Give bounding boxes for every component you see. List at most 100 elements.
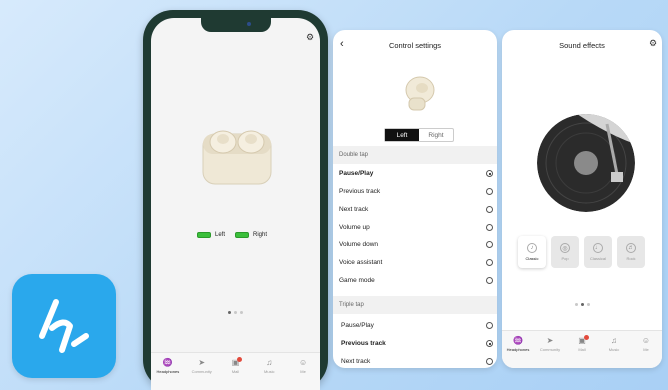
- right-battery-icon: [235, 232, 250, 238]
- tab-label: Headphones: [156, 369, 180, 374]
- tab-mall[interactable]: ▣ Mall: [221, 357, 249, 390]
- tab-me[interactable]: ☺ Me: [632, 336, 660, 368]
- tab-music[interactable]: ♫ Music: [255, 358, 283, 390]
- paper-plane-icon: ➤: [546, 336, 554, 345]
- tab-music[interactable]: ♫ Music: [600, 336, 628, 368]
- radio-selected[interactable]: [486, 170, 493, 177]
- option-label: Pause/Play: [341, 322, 374, 329]
- radio[interactable]: [486, 322, 493, 329]
- option-label: Volume up: [339, 224, 370, 231]
- person-icon: ☺: [641, 336, 651, 345]
- tab-label: Me: [300, 369, 306, 374]
- option-label: Previous track: [341, 340, 386, 347]
- home-screen: ⚙ Left Right ♒ Headphones ➤ Community ▣ Mal…: [151, 18, 320, 390]
- page-indicator: [575, 303, 590, 306]
- page-dot[interactable]: [581, 303, 584, 306]
- tab-label: Mall: [231, 369, 240, 374]
- effect-label: Rock: [626, 256, 636, 261]
- music-note-icon: ♫: [266, 358, 273, 367]
- right-side-button[interactable]: Right: [419, 129, 453, 141]
- radio[interactable]: [486, 358, 493, 365]
- tab-community[interactable]: ➤ Community: [536, 336, 564, 368]
- double-tap-heading: Double tap: [333, 146, 497, 164]
- effect-label: Classic: [525, 256, 539, 261]
- triple-tap-option[interactable]: Next track: [339, 358, 493, 365]
- headphones-icon: ♒: [162, 358, 173, 367]
- effect-rock[interactable]: ♬ Rock: [617, 236, 645, 268]
- edifier-app-icon: [12, 274, 116, 378]
- effect-label: Classical: [589, 256, 606, 261]
- double-tap-option[interactable]: Game mode: [339, 277, 493, 284]
- right-battery-label: Right: [253, 232, 268, 238]
- option-label: Previous track: [339, 188, 381, 195]
- settings-gear-icon[interactable]: ⚙: [306, 32, 314, 43]
- tab-community[interactable]: ➤ Community: [188, 358, 216, 390]
- tab-me[interactable]: ☺ Me: [289, 358, 317, 390]
- page-dot[interactable]: [575, 303, 578, 306]
- tab-label: Music: [264, 369, 275, 374]
- control-settings-screen: ‹ Control settings Left Right Double tap…: [333, 30, 497, 368]
- page-dot[interactable]: [587, 303, 590, 306]
- pop-icon: ◎: [560, 243, 570, 253]
- effect-pop[interactable]: ◎ Pop: [551, 236, 579, 268]
- double-tap-option[interactable]: Previous track: [339, 188, 493, 195]
- left-side-button[interactable]: Left: [385, 129, 419, 141]
- phone-notch: [201, 18, 271, 32]
- settings-gear-icon[interactable]: ⚙: [649, 38, 657, 49]
- double-tap-option[interactable]: Voice assistant: [339, 259, 493, 266]
- sound-effects-screen: Sound effects ⚙ ♪ Classic ◎ Pop ♩ Classical…: [502, 30, 662, 368]
- tab-label: Me: [643, 347, 649, 352]
- radio[interactable]: [486, 224, 493, 231]
- page-title: Control settings: [388, 41, 442, 50]
- triple-tap-option[interactable]: Pause/Play: [339, 322, 493, 329]
- person-icon: ☺: [298, 358, 308, 367]
- tab-headphones[interactable]: ♒ Headphones: [504, 336, 532, 368]
- double-tap-option[interactable]: Next track: [339, 206, 493, 213]
- tab-mall[interactable]: ▣ Mall: [568, 335, 596, 368]
- radio[interactable]: [486, 241, 493, 248]
- triple-tap-heading: Triple tap: [333, 296, 497, 314]
- tab-label: Music: [608, 347, 620, 352]
- phone-device: ⚙ Left Right ♒ Headphones ➤ Community ▣ Mal…: [143, 10, 328, 390]
- headphones-icon: ♒: [513, 336, 523, 345]
- notification-badge: [237, 357, 243, 362]
- option-label: Game mode: [339, 277, 375, 284]
- radio[interactable]: [486, 277, 493, 284]
- option-label: Voice assistant: [339, 259, 383, 266]
- radio-selected[interactable]: [486, 340, 493, 347]
- page-title: Sound effects: [559, 41, 605, 50]
- radio[interactable]: [486, 259, 493, 266]
- tab-headphones[interactable]: ♒ Headphones: [154, 358, 182, 390]
- option-label: Next track: [341, 358, 371, 365]
- classic-icon: ♪: [527, 243, 537, 253]
- page-dot[interactable]: [228, 311, 231, 314]
- effect-classic[interactable]: ♪ Classic: [518, 236, 546, 268]
- tab-label: Community: [191, 369, 212, 374]
- option-label: Next track: [339, 206, 369, 213]
- double-tap-option[interactable]: Volume down: [339, 241, 493, 248]
- tab-label: Headphones: [506, 347, 530, 352]
- sound-effect-options: ♪ Classic ◎ Pop ♩ Classical ♬ Rock: [518, 236, 645, 268]
- classical-icon: ♩: [593, 243, 603, 253]
- side-toggle: Left Right: [384, 128, 454, 142]
- radio[interactable]: [486, 188, 493, 195]
- earbud-image: [405, 76, 435, 111]
- earbuds-case-image: [202, 130, 272, 185]
- radio[interactable]: [486, 206, 493, 213]
- triple-tap-option[interactable]: Previous track: [339, 340, 493, 347]
- effect-classical[interactable]: ♩ Classical: [584, 236, 612, 268]
- double-tap-option[interactable]: Pause/Play: [339, 170, 493, 177]
- edifier-logo-icon: [39, 299, 89, 353]
- front-camera: [247, 22, 251, 26]
- notification-badge: [584, 335, 589, 340]
- page-dot[interactable]: [234, 311, 237, 314]
- page-dot[interactable]: [240, 311, 243, 314]
- bottom-tab-bar: ♒ Headphones ➤ Community ▣ Mall ♫ Music ☺ Me: [151, 352, 320, 390]
- bottom-tab-bar: ♒ Headphones ➤ Community ▣ Mall ♫ Music ☺ Me: [502, 330, 662, 368]
- page-indicator: [228, 311, 243, 314]
- battery-status: Left Right: [197, 232, 267, 238]
- tab-label: Mall: [578, 347, 586, 352]
- double-tap-option[interactable]: Volume up: [339, 224, 493, 231]
- tab-label: Community: [539, 347, 561, 352]
- vinyl-record-image: [537, 114, 635, 212]
